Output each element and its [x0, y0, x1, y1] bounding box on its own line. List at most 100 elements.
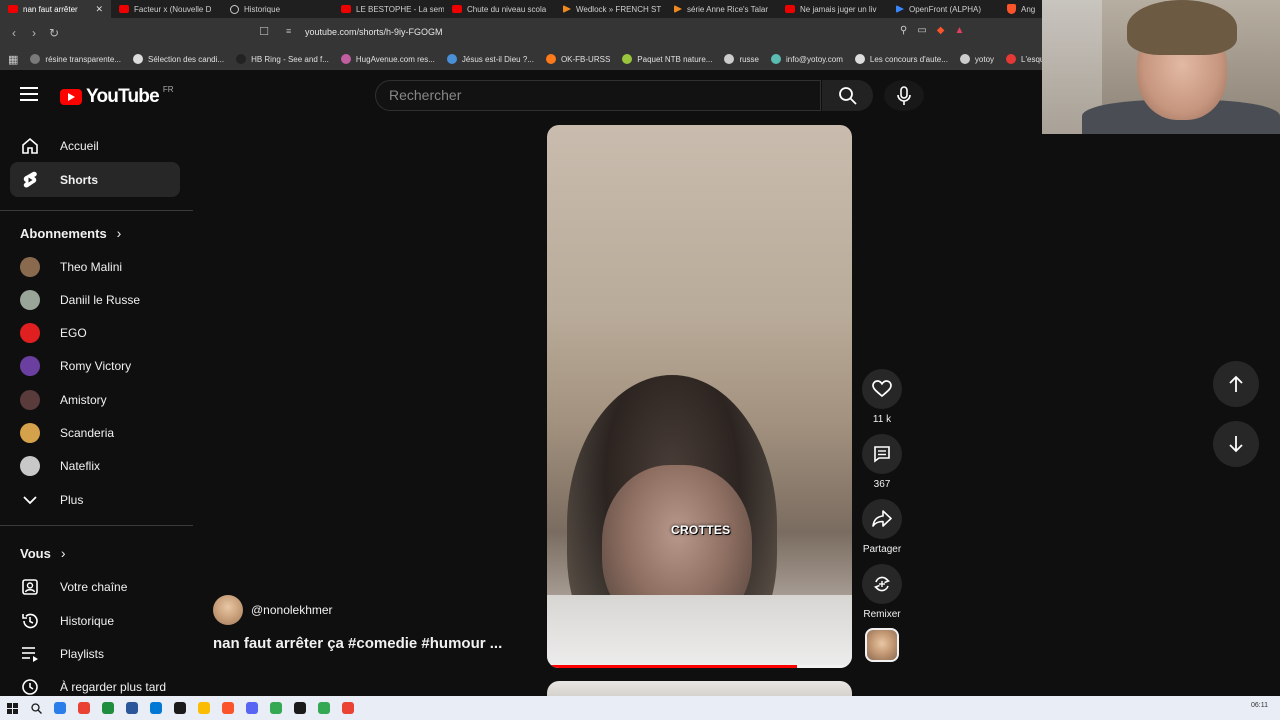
- voice-search-button[interactable]: [884, 80, 924, 111]
- like-button[interactable]: [862, 369, 902, 409]
- sidebar-item-your-channel[interactable]: Votre chaîne: [10, 569, 180, 604]
- brave-shield-icon[interactable]: ◆: [937, 25, 945, 36]
- os-taskbar: 06:11: [0, 696, 1280, 720]
- taskbar-app-button[interactable]: [216, 696, 240, 720]
- reload-icon[interactable]: ↻: [44, 26, 64, 40]
- back-icon[interactable]: ‹: [4, 26, 24, 40]
- sidebar-subscription-item[interactable]: EGO: [10, 316, 180, 351]
- history-icon: [230, 4, 239, 14]
- channel-avatar[interactable]: [213, 595, 243, 625]
- microphone-icon: [897, 86, 911, 105]
- app-icon: [174, 702, 186, 714]
- site-info-icon[interactable]: ≡: [286, 26, 291, 36]
- sidebar-subscription-item[interactable]: Amistory: [10, 382, 180, 417]
- sidebar-subscription-item[interactable]: Nateflix: [10, 449, 180, 484]
- browser-tab-label: Historique: [244, 4, 281, 14]
- bookmark-favicon-icon: [133, 54, 144, 64]
- taskbar-app-button[interactable]: [240, 696, 264, 720]
- channel-info: @nonolekhmer: [213, 595, 333, 625]
- taskbar-app-button[interactable]: [192, 696, 216, 720]
- short-video-player[interactable]: CROTTES: [547, 125, 852, 668]
- taskbar-search-button[interactable]: [24, 696, 48, 720]
- bookmark-item[interactable]: HugAvenue.com res...: [335, 54, 441, 64]
- taskbar-app-button[interactable]: [120, 696, 144, 720]
- app-icon: [294, 702, 306, 714]
- browser-tab[interactable]: Facteur x (Nouvelle D: [111, 0, 222, 18]
- bookmark-item[interactable]: résine transparente...: [24, 54, 127, 64]
- taskbar-app-button[interactable]: [96, 696, 120, 720]
- bookmark-icon[interactable]: ☐: [254, 25, 274, 38]
- bookmark-item[interactable]: Les concours d'aute...: [849, 54, 954, 64]
- sidebar-item-shorts[interactable]: Shorts: [10, 162, 180, 197]
- address-bar[interactable]: ≡ youtube.com/shorts/h-9iy-FGOGM: [280, 22, 1000, 42]
- menu-icon[interactable]: [20, 87, 38, 101]
- next-short-button[interactable]: [1213, 421, 1259, 467]
- forward-icon[interactable]: ›: [24, 26, 44, 40]
- sidebar: Accueil Shorts Abonnements › Theo Malini…: [0, 122, 193, 696]
- taskbar-app-button[interactable]: [336, 696, 360, 720]
- channel-avatar: [10, 323, 50, 344]
- brave-rewards-icon[interactable]: ▲: [954, 25, 964, 36]
- browser-tab-label: Ne jamais juger un liv: [800, 4, 877, 14]
- comment-button[interactable]: [862, 434, 902, 474]
- taskbar-app-button[interactable]: [144, 696, 168, 720]
- sidebar-item-home[interactable]: Accueil: [10, 128, 180, 163]
- browser-tab[interactable]: série Anne Rice's Talar: [666, 0, 777, 18]
- bookmark-item[interactable]: Sélection des candi...: [127, 54, 230, 64]
- close-tab-icon[interactable]: ✕: [95, 4, 103, 15]
- arrow-down-icon: [1229, 436, 1243, 453]
- browser-tab[interactable]: Ne jamais juger un liv: [777, 0, 888, 18]
- search-button[interactable]: [822, 80, 873, 111]
- sidebar-subscription-item[interactable]: Scanderia: [10, 416, 180, 451]
- remix-button[interactable]: [862, 564, 902, 604]
- webcam-person-hair: [1127, 0, 1237, 55]
- bookmark-item[interactable]: Paquet NTB nature...: [616, 54, 718, 64]
- browser-tab[interactable]: LE BESTOPHE - La sem: [333, 0, 444, 18]
- bookmark-favicon-icon: [724, 54, 735, 64]
- taskbar-app-button[interactable]: [312, 696, 336, 720]
- sidebar-subscription-item[interactable]: Daniil le Russe: [10, 282, 180, 317]
- short-title[interactable]: nan faut arrêter ça #comedie #humour ...: [213, 635, 502, 652]
- apps-icon[interactable]: ▦: [0, 53, 24, 66]
- browser-tab[interactable]: Chute du niveau scola: [444, 0, 555, 18]
- bookmark-item[interactable]: Jésus est-il Dieu ?...: [441, 54, 540, 64]
- start-button[interactable]: [0, 696, 24, 720]
- sidebar-item-more[interactable]: Plus: [10, 482, 180, 517]
- sidebar-subscription-item[interactable]: Theo Malini: [10, 249, 180, 284]
- share-button[interactable]: [862, 499, 902, 539]
- taskbar-clock[interactable]: 06:11: [1251, 702, 1268, 709]
- taskbar-app-button[interactable]: [288, 696, 312, 720]
- taskbar-app-button[interactable]: [48, 696, 72, 720]
- app-icon: [342, 702, 354, 714]
- youtube-logo[interactable]: YouTube FR: [60, 85, 174, 108]
- bookmark-item[interactable]: OK-FB-URSS: [540, 54, 616, 64]
- browser-tab-label: OpenFront (ALPHA): [909, 4, 982, 14]
- sidebar-subscription-item[interactable]: Romy Victory: [10, 349, 180, 384]
- taskbar-app-button[interactable]: [72, 696, 96, 720]
- you-header[interactable]: Vous ›: [20, 545, 66, 561]
- search-input[interactable]: Rechercher: [375, 80, 821, 111]
- taskbar-app-button[interactable]: [264, 696, 288, 720]
- sidebar-item-playlists[interactable]: Playlists: [10, 636, 180, 671]
- browser-tab[interactable]: OpenFront (ALPHA): [888, 0, 999, 18]
- subscriptions-header[interactable]: Abonnements ›: [20, 225, 121, 241]
- sidebar-item-history[interactable]: Historique: [10, 603, 180, 638]
- bookmark-label: Les concours d'aute...: [869, 54, 948, 64]
- taskbar-app-button[interactable]: [168, 696, 192, 720]
- browser-tab[interactable]: Wedlock » FRENCH ST: [555, 0, 666, 18]
- divider: [0, 210, 193, 211]
- browser-tab[interactable]: nan faut arrêter ✕: [0, 0, 111, 18]
- channel-handle[interactable]: @nonolekhmer: [251, 603, 333, 617]
- bookmark-item[interactable]: HB Ring - See and f...: [230, 54, 335, 64]
- remix-action: Remixer: [862, 564, 902, 620]
- cast-icon[interactable]: ▭: [917, 25, 926, 36]
- bookmark-item[interactable]: yotoy: [954, 54, 1000, 64]
- previous-short-button[interactable]: [1213, 361, 1259, 407]
- zoom-icon[interactable]: ⚲: [900, 25, 907, 36]
- bookmark-item[interactable]: info@yotoy.com: [765, 54, 849, 64]
- avatar: [20, 389, 40, 410]
- bookmark-item[interactable]: russe: [718, 54, 765, 64]
- browser-tab[interactable]: Historique: [222, 0, 333, 18]
- sound-thumbnail[interactable]: [865, 628, 899, 662]
- video-progress-bar[interactable]: [547, 665, 852, 668]
